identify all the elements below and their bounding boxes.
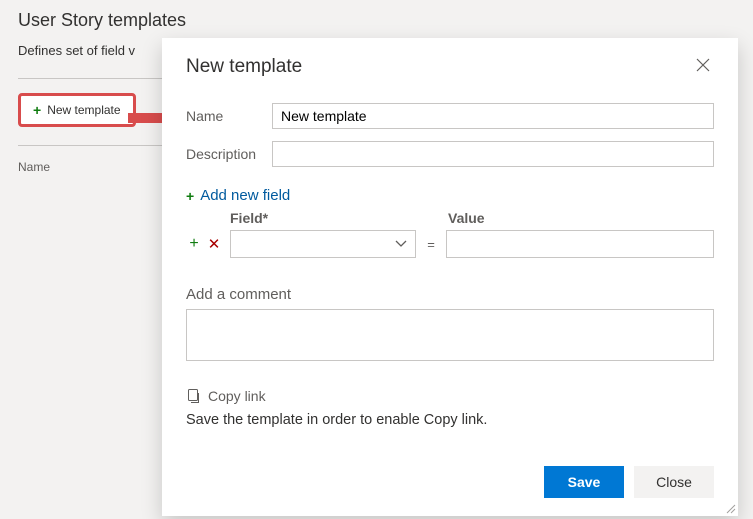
field-select[interactable]: [230, 230, 416, 258]
description-row: Description: [186, 141, 714, 167]
copy-link-button[interactable]: Copy link: [186, 388, 266, 404]
description-label: Description: [186, 146, 272, 162]
close-button[interactable]: Close: [634, 466, 714, 498]
save-button[interactable]: Save: [544, 466, 624, 498]
comment-input[interactable]: [186, 309, 714, 361]
resize-handle-icon[interactable]: [724, 502, 736, 514]
add-field-row-button[interactable]: +: [186, 235, 202, 253]
dialog-title: New template: [186, 56, 302, 78]
copy-link-icon: [186, 389, 200, 403]
page-title: User Story templates: [18, 10, 735, 31]
dialog-footer: Save Close: [186, 466, 714, 498]
plus-icon: +: [186, 190, 194, 202]
field-value-input[interactable]: [446, 230, 714, 258]
name-row: Name: [186, 103, 714, 129]
value-column-header: Value: [448, 210, 714, 226]
add-new-field-link[interactable]: + Add new field: [186, 187, 714, 204]
copy-link-label: Copy link: [208, 388, 266, 404]
field-rows: Field* Value + ✕ =: [186, 210, 714, 258]
dialog-header: New template: [186, 54, 714, 79]
plus-icon: +: [33, 104, 41, 116]
close-icon: [696, 58, 710, 72]
comment-label: Add a comment: [186, 286, 714, 303]
field-column-header: Field*: [230, 210, 422, 226]
chevron-down-icon: [395, 240, 407, 248]
name-label: Name: [186, 108, 272, 124]
add-new-field-label: Add new field: [200, 187, 290, 204]
name-input[interactable]: [272, 103, 714, 129]
field-row: + ✕ =: [186, 230, 714, 258]
equals-sign: =: [420, 237, 442, 252]
copy-link-hint: Save the template in order to enable Cop…: [186, 412, 714, 428]
copy-link-section: Copy link Save the template in order to …: [186, 388, 714, 428]
new-template-button-label: New template: [47, 103, 120, 117]
field-headers: Field* Value: [230, 210, 714, 226]
description-input[interactable]: [272, 141, 714, 167]
comment-section: Add a comment: [186, 286, 714, 366]
remove-field-row-button[interactable]: ✕: [206, 235, 222, 253]
close-dialog-button[interactable]: [692, 54, 714, 79]
new-template-button[interactable]: + New template: [18, 93, 136, 127]
new-template-dialog: New template Name Description + Add new …: [162, 38, 738, 516]
